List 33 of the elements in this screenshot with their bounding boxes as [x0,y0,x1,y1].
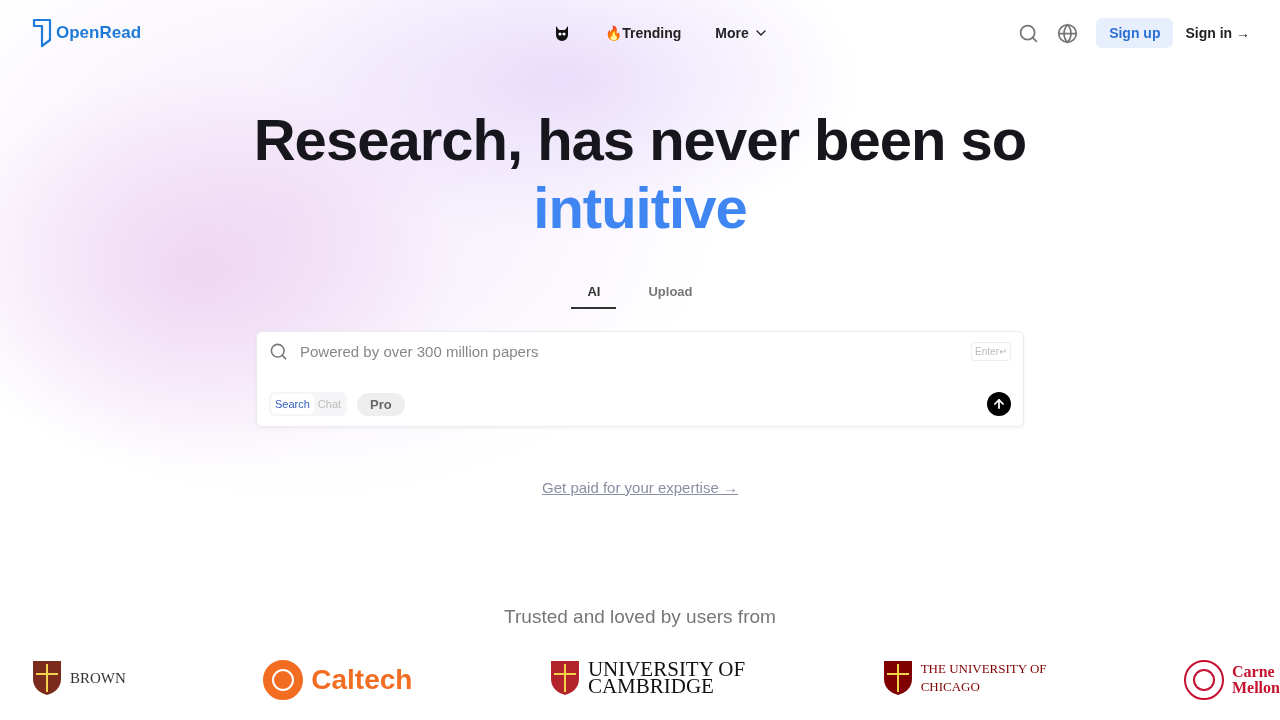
nav-menu[interactable]: More [715,25,769,41]
university-logo-text: Caltech [311,664,413,696]
promo-link[interactable]: Get paid for your expertise → [542,479,738,496]
logo-icon [32,18,54,48]
sign-up-button[interactable]: Sign up [1096,18,1174,48]
tab[interactable]: AI [571,280,617,309]
brand-name: OpenRead [56,23,142,43]
search-icon[interactable] [1018,22,1040,44]
trusted-heading: Trusted and loved by users from [504,606,776,628]
university-logo-text: Mellon [1231,680,1280,696]
university-logo-text: CHICAGO [920,678,981,696]
mode-option[interactable]: Search [271,394,314,414]
search-icon [269,342,288,361]
crest-icon [882,660,913,696]
tab[interactable]: Upload [632,280,709,309]
hero-title: Research, has never been so [253,106,1027,174]
seal-icon [1183,660,1224,700]
university-logo-text: BROWN [70,669,126,687]
nav-link[interactable]: 🔥Trending [605,25,682,41]
crest-icon [32,660,62,696]
seal-icon [263,660,304,700]
crest-icon [549,660,580,696]
university-logo-text: Carne [1231,664,1276,680]
hero-highlight: intuitive [533,174,747,242]
send-button[interactable] [987,392,1011,416]
enter-hint: Enter↵ [971,342,1011,361]
search-field[interactable]: Powered by over 300 million papers [298,342,962,361]
university-logo-text: CAMBRIDGE [587,678,715,695]
globe-icon[interactable] [1057,22,1079,44]
university-logo-text: THE UNIVERSITY OF [920,660,1047,678]
sign-in-link[interactable]: Sign in → [1185,25,1250,41]
pro-button[interactable]: Pro [357,392,405,416]
university-logo-text: UNIVERSITY OF [587,661,746,678]
